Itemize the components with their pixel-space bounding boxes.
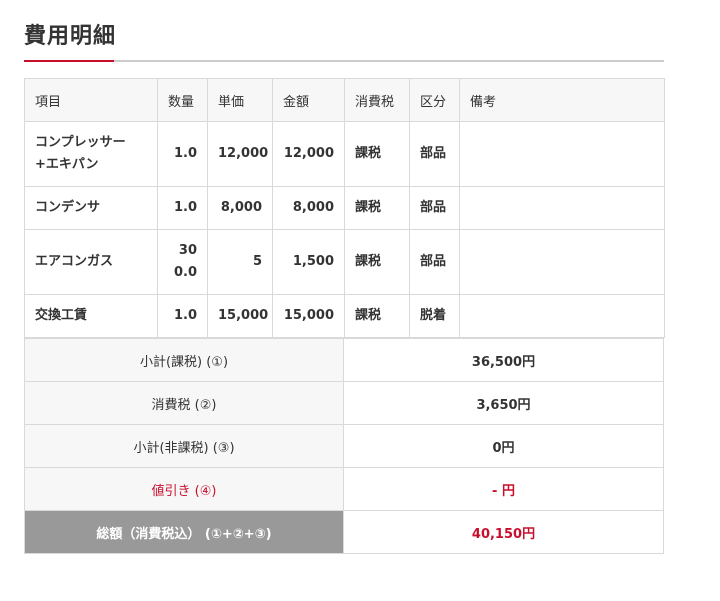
cell-tax: 課税 [344, 121, 410, 187]
column-header-tax: 消費税 [344, 78, 410, 122]
summary-label: 小計(非課税) (③) [24, 424, 344, 468]
cell-quantity: 300.0 [157, 229, 208, 295]
summary-row-discount: 値引き (④) - 円 [24, 467, 664, 511]
summary-row-nontaxable-subtotal: 小計(非課税) (③) 0円 [24, 424, 664, 468]
cell-item: コンプレッサー+エキパン [24, 121, 158, 187]
column-header-quantity: 数量 [157, 78, 208, 122]
column-header-unit-price: 単価 [207, 78, 273, 122]
cell-unit-price: 15,000 [207, 294, 273, 338]
cell-unit-price: 5 [207, 229, 273, 295]
cell-quantity: 1.0 [157, 121, 208, 187]
column-header-amount: 金額 [272, 78, 345, 122]
summary-value: 36,500円 [343, 338, 664, 382]
column-header-category: 区分 [409, 78, 460, 122]
cell-amount: 15,000 [272, 294, 345, 338]
cell-amount: 12,000 [272, 121, 345, 187]
summary-row-consumption-tax: 消費税 (②) 3,650円 [24, 381, 664, 425]
cell-tax: 課税 [344, 294, 410, 338]
cell-unit-price: 12,000 [207, 121, 273, 187]
summary-value: 3,650円 [343, 381, 664, 425]
cell-item: コンデンサ [24, 186, 158, 230]
summary-label: 小計(課税) (①) [24, 338, 344, 382]
cell-note [459, 229, 665, 295]
cost-detail-table: 項目 数量 単価 金額 消費税 区分 備考 コンプレッサー+エキパン 1.0 1… [24, 78, 665, 338]
summary-label: 総額（消費税込） (①+②+③) [24, 510, 344, 554]
table-row: 交換工賃 1.0 15,000 15,000 課税 脱着 [24, 294, 665, 338]
summary-label: 値引き (④) [24, 467, 344, 511]
cell-quantity: 1.0 [157, 186, 208, 230]
table-header-row: 項目 数量 単価 金額 消費税 区分 備考 [24, 78, 665, 122]
cell-note [459, 186, 665, 230]
summary-row-total: 総額（消費税込） (①+②+③) 40,150円 [24, 510, 664, 554]
cost-summary-table: 小計(課税) (①) 36,500円 消費税 (②) 3,650円 小計(非課税… [24, 338, 664, 554]
cell-item: エアコンガス [24, 229, 158, 295]
table-row: コンプレッサー+エキパン 1.0 12,000 12,000 課税 部品 [24, 121, 665, 187]
summary-value: 40,150円 [343, 510, 664, 554]
cell-tax: 課税 [344, 186, 410, 230]
cell-category: 脱着 [409, 294, 460, 338]
cell-category: 部品 [409, 186, 460, 230]
title-accent-bar [24, 60, 114, 62]
title-divider [24, 60, 664, 62]
page-title: 費用明細 [24, 24, 117, 49]
cell-item: 交換工賃 [24, 294, 158, 338]
summary-row-taxable-subtotal: 小計(課税) (①) 36,500円 [24, 338, 664, 382]
summary-label: 消費税 (②) [24, 381, 344, 425]
summary-value: - 円 [343, 467, 664, 511]
cell-tax: 課税 [344, 229, 410, 295]
cell-amount: 1,500 [272, 229, 345, 295]
table-row: コンデンサ 1.0 8,000 8,000 課税 部品 [24, 186, 665, 230]
table-row: エアコンガス 300.0 5 1,500 課税 部品 [24, 229, 665, 295]
cell-note [459, 121, 665, 187]
summary-value: 0円 [343, 424, 664, 468]
cell-quantity: 1.0 [157, 294, 208, 338]
cell-category: 部品 [409, 121, 460, 187]
cell-note [459, 294, 665, 338]
cell-unit-price: 8,000 [207, 186, 273, 230]
cell-category: 部品 [409, 229, 460, 295]
cell-amount: 8,000 [272, 186, 345, 230]
column-header-note: 備考 [459, 78, 665, 122]
column-header-item: 項目 [24, 78, 158, 122]
